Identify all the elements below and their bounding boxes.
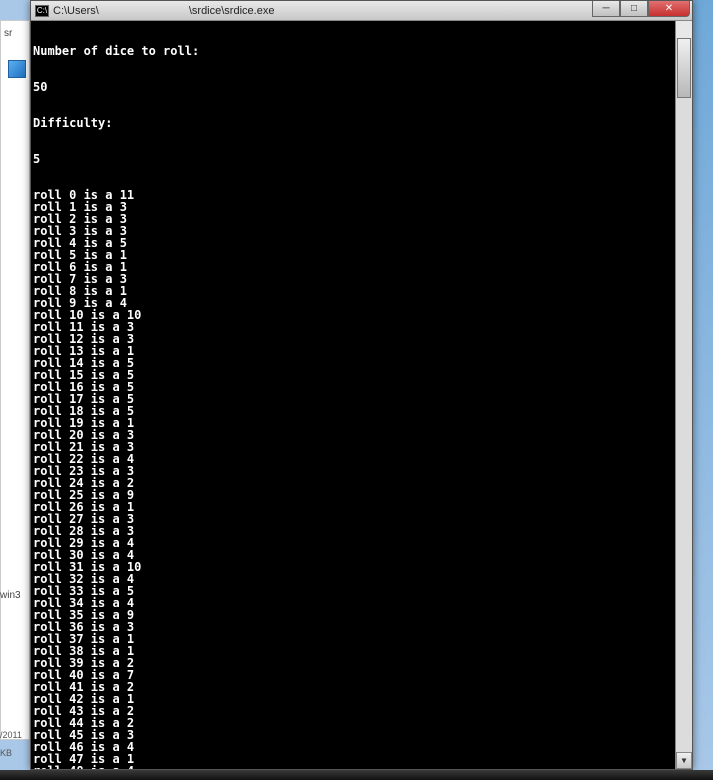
title-path-right: \srdice\srdice.exe [189,5,275,17]
taskbar[interactable] [0,770,713,780]
bg-tab-label: sr [4,28,12,39]
roll-line: roll 5 is a 1 [33,249,690,261]
bg-size-label: KB [0,748,12,758]
roll-line: roll 3 is a 3 [33,225,690,237]
cmd-icon: C:\ [35,5,49,17]
desktop-strip [693,0,713,780]
roll-line: roll 6 is a 1 [33,261,690,273]
prompt-difficulty: Difficulty: [33,117,690,129]
scroll-down-button[interactable]: ▼ [676,752,692,769]
console-window: C:\ C:\Users\ \srdice\srdice.exe ─ □ ✕ N… [30,0,693,770]
roll-line: roll 48 is a 4 [33,765,690,769]
roll-line: roll 8 is a 1 [33,285,690,297]
explorer-icon [8,60,26,78]
titlebar[interactable]: C:\ C:\Users\ \srdice\srdice.exe ─ □ ✕ [31,1,692,21]
bg-side-label: win3 [0,590,21,601]
title-path-left: C:\Users\ [53,5,99,17]
minimize-button[interactable]: ─ [592,1,620,17]
bg-date-label: /2011 [0,730,22,740]
scroll-track[interactable] [676,38,692,752]
roll-line: roll 2 is a 3 [33,213,690,225]
roll-line: roll 4 is a 5 [33,237,690,249]
prompt-num-dice: Number of dice to roll: [33,45,690,57]
roll-line: roll 7 is a 3 [33,273,690,285]
scroll-thumb[interactable] [677,38,691,98]
close-button[interactable]: ✕ [648,1,690,17]
input-num-dice: 50 [33,81,690,93]
maximize-button[interactable]: □ [620,1,648,17]
vertical-scrollbar[interactable]: ▲ ▼ [675,21,692,769]
background-window [0,20,30,740]
console-output[interactable]: Number of dice to roll: 50 Difficulty: 5… [31,21,692,769]
roll-line: roll 0 is a 11 [33,189,690,201]
input-difficulty: 5 [33,153,690,165]
roll-line: roll 1 is a 3 [33,201,690,213]
